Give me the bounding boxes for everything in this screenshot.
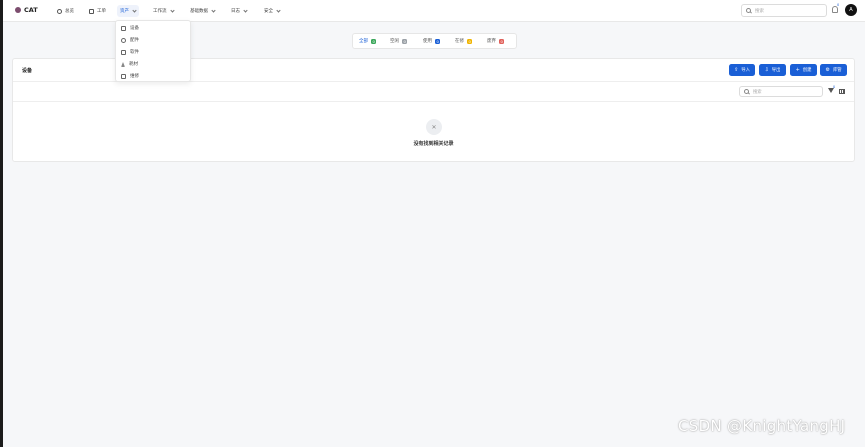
- tab-label: 全部: [359, 39, 368, 44]
- nav-item-label: 日志: [231, 9, 240, 14]
- card-title: 设备: [22, 68, 33, 74]
- search-icon: [746, 8, 751, 13]
- menu-item-consumables[interactable]: 耗材: [121, 60, 138, 68]
- search-placeholder: 搜索: [755, 8, 764, 14]
- logo-icon: [15, 7, 21, 13]
- window-edge: [0, 0, 3, 447]
- tab-in-use[interactable]: 使用 0: [423, 38, 441, 44]
- chevron-down-icon: [132, 7, 137, 13]
- button-label: 导出: [771, 68, 781, 73]
- menu-item-repairs[interactable]: 维修: [121, 72, 139, 80]
- tab-count-badge: 0: [371, 38, 377, 44]
- gear-icon: [121, 37, 126, 43]
- bell-icon[interactable]: [832, 6, 838, 13]
- chevron-down-icon: [243, 7, 248, 13]
- create-button[interactable]: + 创建: [790, 64, 817, 76]
- assets-dropdown-menu: 设备 配件 软件 耗材 维修: [115, 20, 191, 82]
- menu-item-label: 维修: [130, 74, 139, 79]
- nav-item-tickets[interactable]: 工单: [86, 5, 109, 17]
- notification-count: 0: [837, 3, 840, 7]
- tab-all[interactable]: 全部 0: [359, 38, 377, 44]
- briefcase-icon: [121, 73, 126, 79]
- menu-item-accessories[interactable]: 配件: [121, 36, 139, 44]
- chevron-down-icon: [169, 7, 175, 13]
- search-icon: [744, 89, 749, 94]
- button-label: 创建: [802, 68, 812, 73]
- nav-item-logs[interactable]: 日志: [228, 5, 250, 17]
- filter-count: 0: [833, 85, 836, 89]
- close-icon: ✕: [426, 119, 442, 135]
- nav-item-label: 总览: [65, 9, 74, 14]
- menu-item-label: 设备: [130, 26, 139, 31]
- monitor-icon: [121, 25, 126, 31]
- chevron-down-icon: [276, 7, 281, 13]
- user-avatar[interactable]: A: [845, 4, 857, 16]
- search-placeholder: 搜索: [753, 89, 762, 95]
- tab-count-badge: 0: [467, 38, 473, 44]
- nav-item-basic-data[interactable]: 基础数据: [187, 5, 218, 17]
- watermark: CSDN @KnightYangHJ: [678, 417, 846, 435]
- gauge-icon: [57, 8, 62, 14]
- chevron-down-icon: [211, 7, 216, 13]
- nav-item-assets[interactable]: 资产: [117, 5, 139, 17]
- global-search-input[interactable]: 搜索: [741, 4, 827, 17]
- tab-in-repair[interactable]: 在修 0: [455, 38, 473, 44]
- nav-item-overview[interactable]: 总览: [54, 5, 77, 17]
- menu-item-software[interactable]: 软件: [121, 48, 139, 56]
- button-label: 导入: [741, 68, 750, 73]
- nav-item-label: 资产: [120, 9, 129, 14]
- plus-icon: +: [795, 66, 800, 73]
- menu-item-devices[interactable]: 设备: [121, 24, 139, 32]
- import-button[interactable]: ⇪ 导入: [729, 64, 755, 76]
- document-icon: [89, 8, 94, 14]
- columns-icon[interactable]: [839, 89, 845, 94]
- nav-item-label: 基础数据: [190, 9, 208, 14]
- upload-icon: ⇪: [734, 66, 739, 73]
- gear-icon: ⚙: [825, 66, 830, 73]
- menu-item-label: 软件: [130, 50, 139, 55]
- empty-state-text: 没有找到相关记录: [413, 141, 454, 147]
- button-label: 库管: [832, 68, 842, 73]
- nav-item-label: 工单: [97, 9, 106, 14]
- export-button[interactable]: ⇩ 导出: [759, 64, 786, 76]
- top-navigation-bar: CAT 总览 工单 资产 工作流 基础数据 日志 安全 搜索 0 A: [3, 0, 865, 22]
- nav-item-label: 安全: [264, 9, 273, 14]
- table-search-input[interactable]: 搜索: [739, 86, 823, 97]
- tab-label: 空闲: [390, 39, 399, 44]
- divider: [13, 101, 854, 102]
- apps-icon: [121, 49, 126, 55]
- tab-label: 在修: [455, 39, 464, 44]
- app-title: CAT: [24, 6, 38, 14]
- tab-count-badge: 0: [435, 38, 441, 44]
- tab-label: 使用: [423, 39, 432, 44]
- app-logo[interactable]: CAT: [15, 6, 38, 14]
- nav-item-label: 工作流: [153, 9, 167, 14]
- tab-discarded[interactable]: 废弃 0: [487, 38, 505, 44]
- tab-count-badge: 0: [402, 38, 408, 44]
- menu-item-label: 配件: [130, 38, 139, 43]
- nav-item-workflow[interactable]: 工作流: [150, 5, 177, 17]
- tab-count-badge: 0: [499, 38, 505, 44]
- status-tabs: 全部 0 空闲 0 使用 0 在修 0 废弃 0: [352, 33, 517, 49]
- tab-idle[interactable]: 空闲 0: [390, 38, 408, 44]
- flask-icon: [121, 61, 125, 67]
- menu-item-label: 耗材: [129, 62, 138, 67]
- nav-item-security[interactable]: 安全: [261, 5, 283, 17]
- download-icon: ⇩: [764, 66, 769, 73]
- tab-label: 废弃: [487, 39, 496, 44]
- inventory-button[interactable]: ⚙ 库管: [820, 64, 847, 76]
